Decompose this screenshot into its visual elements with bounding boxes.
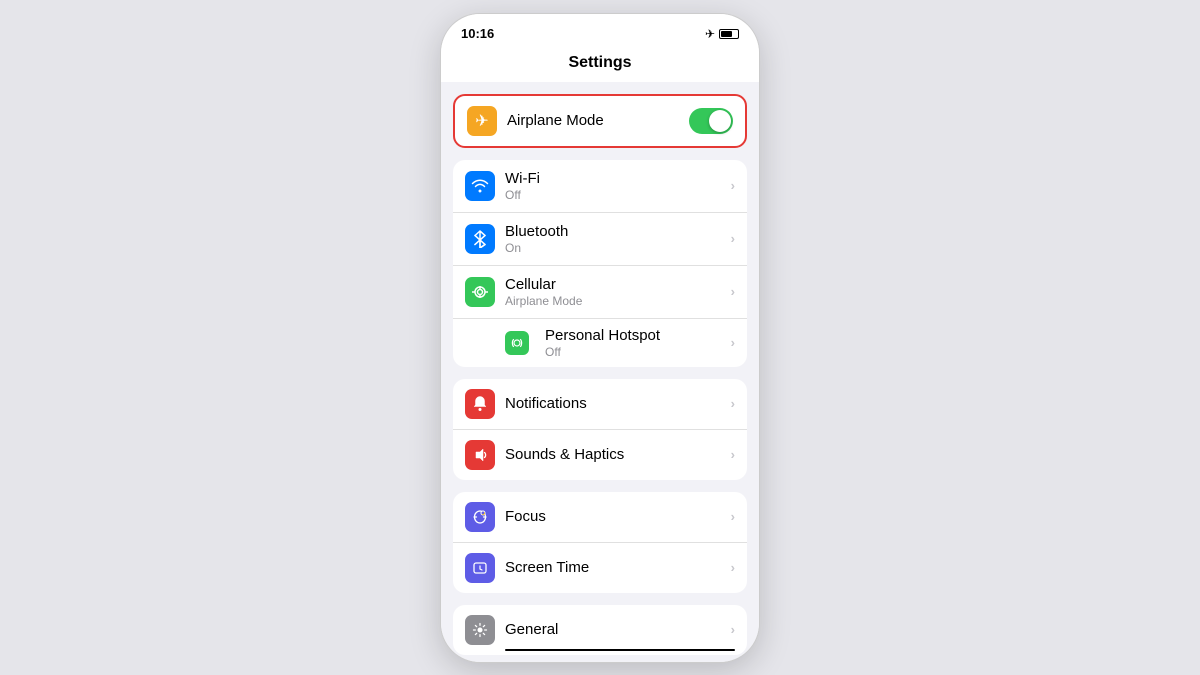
screentime-chevron: ›	[731, 560, 735, 575]
focus-right: ›	[731, 509, 735, 524]
status-time: 10:16	[461, 26, 494, 41]
screentime-content: Screen Time	[505, 559, 731, 576]
svg-text:🌙: 🌙	[482, 511, 486, 515]
cellular-label: Cellular	[505, 276, 731, 293]
wifi-chevron: ›	[731, 178, 735, 193]
focus-chevron: ›	[731, 509, 735, 524]
airplane-mode-section: ✈ Airplane Mode	[453, 94, 747, 148]
hotspot-sublabel: Off	[545, 345, 731, 359]
cellular-content: Cellular Airplane Mode	[505, 276, 731, 308]
bluetooth-row[interactable]: Bluetooth On ›	[453, 213, 747, 266]
airplane-toggle-container	[689, 108, 733, 134]
general-content: General	[505, 621, 731, 638]
sounds-chevron: ›	[731, 447, 735, 462]
bluetooth-label: Bluetooth	[505, 223, 731, 240]
status-icons: ✈	[705, 27, 739, 41]
focus-section: 🌙 Focus › Screen Time	[453, 492, 747, 593]
sounds-row[interactable]: Sounds & Haptics ›	[453, 430, 747, 480]
general-right: ›	[731, 622, 735, 637]
focus-content: Focus	[505, 508, 731, 525]
general-icon	[465, 615, 495, 645]
bluetooth-icon	[465, 224, 495, 254]
bluetooth-right: ›	[731, 231, 735, 246]
wifi-label: Wi-Fi	[505, 170, 731, 187]
bluetooth-content: Bluetooth On	[505, 223, 731, 255]
screentime-row[interactable]: Screen Time ›	[453, 543, 747, 593]
sounds-label: Sounds & Haptics	[505, 446, 731, 463]
notifications-row[interactable]: Notifications ›	[453, 379, 747, 430]
page-title: Settings	[441, 50, 759, 82]
general-label: General	[505, 621, 731, 638]
screentime-icon	[465, 553, 495, 583]
hotspot-chevron: ›	[731, 335, 735, 350]
cellular-icon	[465, 277, 495, 307]
connectivity-section: Wi-Fi Off › Bluetooth On	[453, 160, 747, 367]
battery-icon	[719, 29, 739, 39]
wifi-icon	[465, 171, 495, 201]
cellular-chevron: ›	[731, 284, 735, 299]
notifications-section: Notifications › Sounds & Haptics ›	[453, 379, 747, 480]
screentime-label: Screen Time	[505, 559, 731, 576]
hotspot-icon	[505, 331, 529, 355]
settings-scroll: ✈ Airplane Mode	[441, 82, 759, 662]
cellular-row[interactable]: Cellular Airplane Mode ›	[453, 266, 747, 318]
cellular-right: ›	[731, 284, 735, 299]
general-chevron: ›	[731, 622, 735, 637]
phone-frame: 10:16 ✈ Settings ✈ Airplane Mode	[440, 13, 760, 663]
sounds-right: ›	[731, 447, 735, 462]
airplane-mode-icon: ✈	[467, 106, 497, 136]
notifications-right: ›	[731, 396, 735, 411]
sounds-icon	[465, 440, 495, 470]
status-bar: 10:16 ✈	[441, 14, 759, 50]
notifications-content: Notifications	[505, 395, 731, 412]
notifications-label: Notifications	[505, 395, 731, 412]
screentime-right: ›	[731, 560, 735, 575]
hotspot-content: Personal Hotspot Off	[545, 327, 731, 359]
airplane-mode-toggle[interactable]	[689, 108, 733, 134]
wifi-right: ›	[731, 178, 735, 193]
bluetooth-chevron: ›	[731, 231, 735, 246]
airplane-mode-label: Airplane Mode	[507, 112, 689, 129]
airplane-mode-row[interactable]: ✈ Airplane Mode	[455, 96, 745, 146]
bluetooth-sublabel: On	[505, 241, 731, 255]
focus-icon: 🌙	[465, 502, 495, 532]
notifications-icon	[465, 389, 495, 419]
focus-row[interactable]: 🌙 Focus ›	[453, 492, 747, 543]
general-row[interactable]: General ›	[453, 605, 747, 655]
wifi-row[interactable]: Wi-Fi Off ›	[453, 160, 747, 213]
focus-label: Focus	[505, 508, 731, 525]
airplane-mode-content: Airplane Mode	[507, 112, 689, 129]
wifi-sublabel: Off	[505, 188, 731, 202]
general-underline	[505, 649, 735, 651]
notifications-chevron: ›	[731, 396, 735, 411]
airplane-mode-icon: ✈	[705, 27, 715, 41]
hotspot-label: Personal Hotspot	[545, 327, 660, 344]
toggle-knob	[709, 110, 731, 132]
general-section: General ›	[453, 605, 747, 655]
cellular-sublabel: Airplane Mode	[505, 294, 731, 308]
wifi-content: Wi-Fi Off	[505, 170, 731, 202]
sounds-content: Sounds & Haptics	[505, 446, 731, 463]
hotspot-row[interactable]: Personal Hotspot Off ›	[453, 318, 747, 367]
